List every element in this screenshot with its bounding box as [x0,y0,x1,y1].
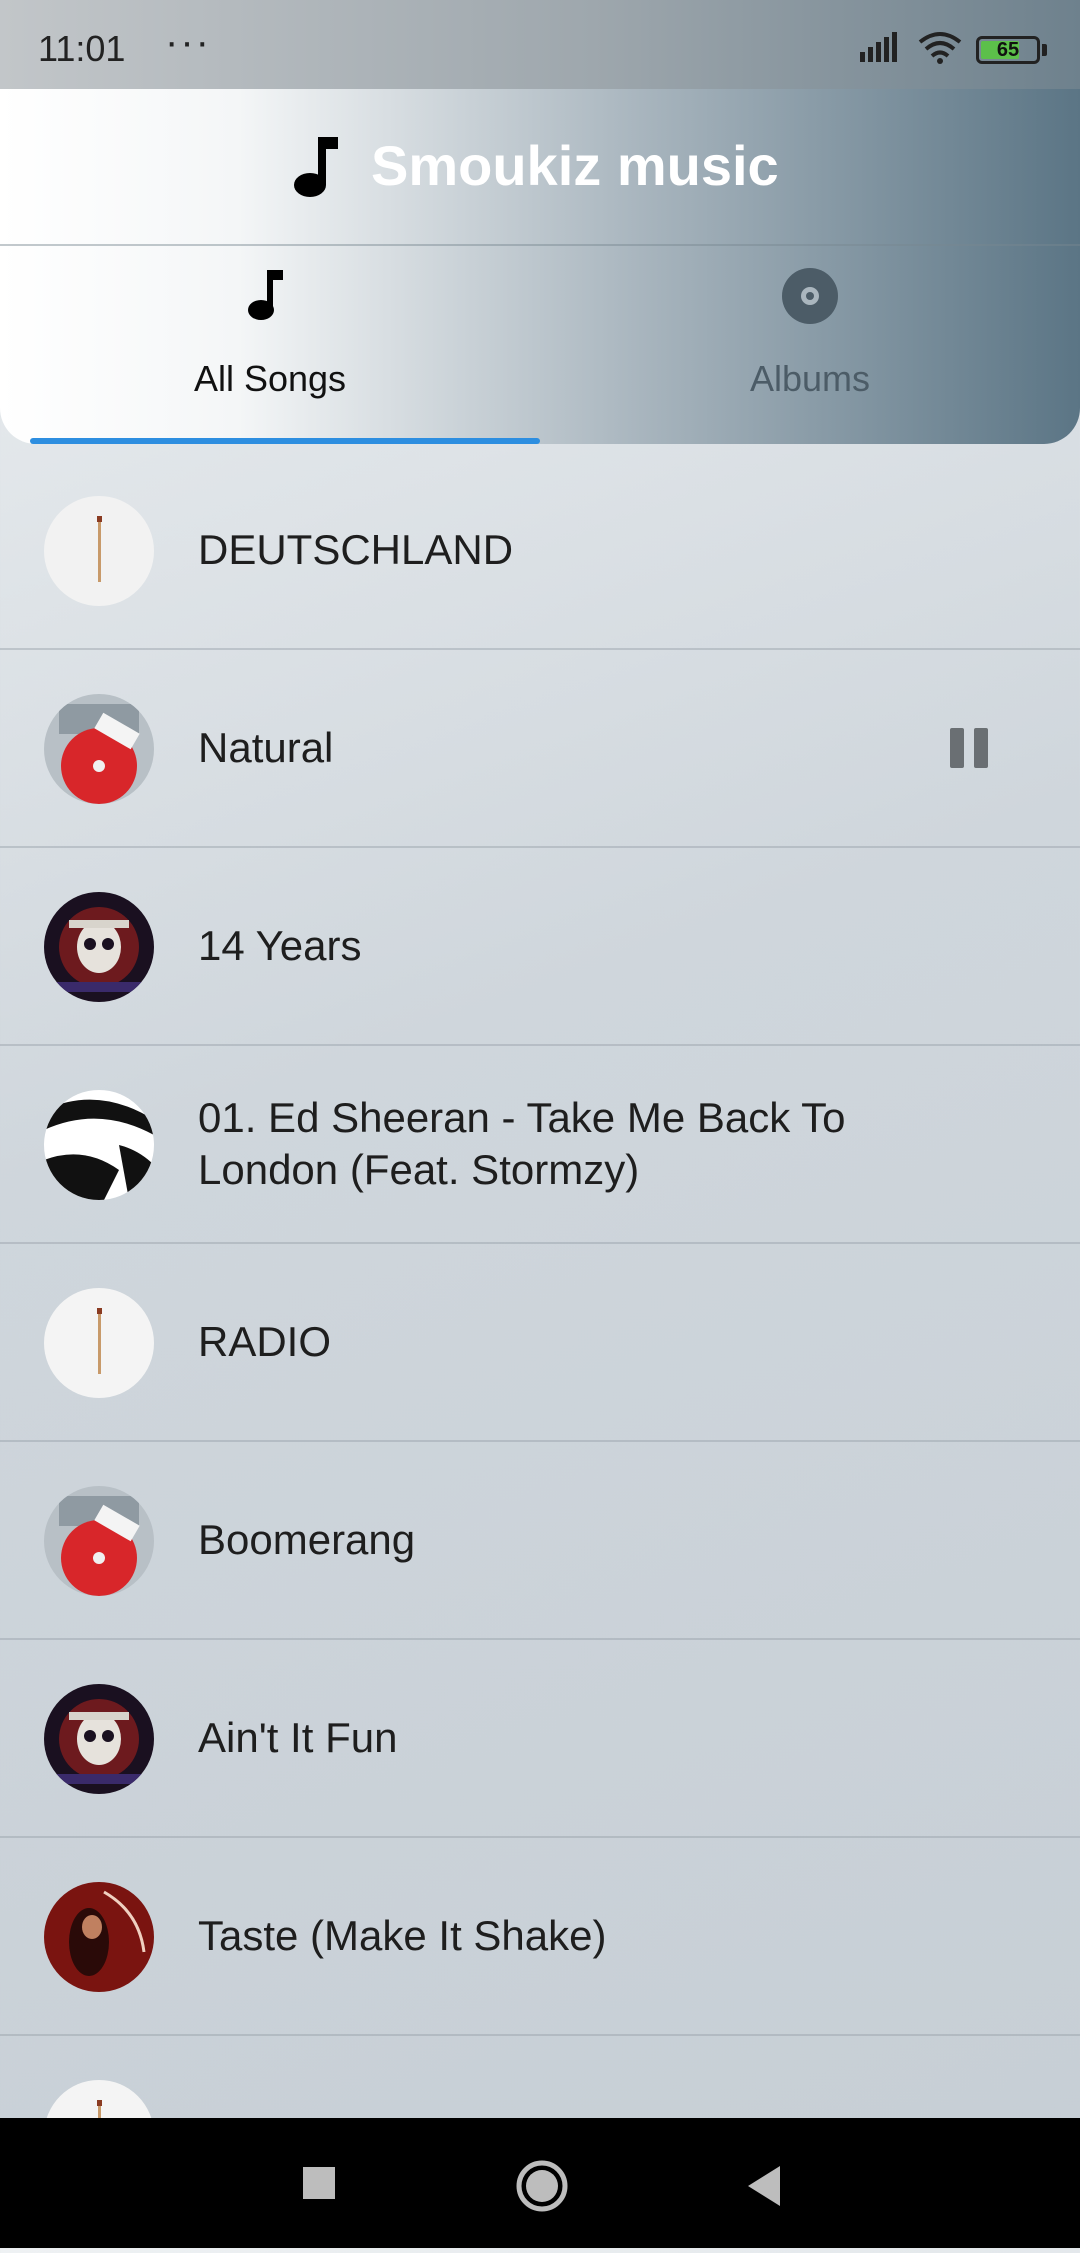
home-icon [516,2160,568,2212]
back-button[interactable] [705,2118,825,2248]
album-cover-matchstick [44,496,154,606]
pause-icon[interactable] [950,728,992,768]
album-cover-matchstick [44,1288,154,1398]
song-title: 14 Years [198,922,362,969]
song-title: Boomerang [198,1516,416,1563]
status-bar: 11:01 ··· 65 [0,0,1080,89]
song-title [198,2036,918,2118]
song-title: Ain't It Fun [198,1714,398,1761]
song-item-playing[interactable]: Natural [0,650,1080,848]
song-item[interactable]: 01. Ed Sheeran - Take Me Back To London … [0,1046,1080,1244]
signal-icon [860,32,897,62]
tab-all-songs[interactable]: All Songs [0,246,540,434]
album-cover-skull [44,892,154,1002]
more-notifications-icon: ··· [165,20,211,64]
wifi-icon [918,32,962,64]
home-button[interactable] [482,2118,602,2248]
song-item[interactable]: Ain't It Fun [0,1640,1080,1838]
tab-albums[interactable]: Albums [540,246,1080,434]
song-item[interactable]: 14 Years [0,848,1080,1046]
tab-all-songs-label: All Songs [193,358,347,399]
song-item[interactable]: DEUTSCHLAND [0,452,1080,650]
album-cover-red-disc [44,694,154,804]
music-note-icon [248,270,283,320]
album-cover-skull [44,1684,154,1794]
song-title: DEUTSCHLAND [198,526,514,573]
song-item[interactable]: RADIO [0,1244,1080,1442]
album-cover-red-disc [44,1486,154,1596]
song-title: RADIO [198,1318,332,1365]
back-icon [748,2166,780,2206]
song-list[interactable]: DEUTSCHLAND Natural 14 Years 01. Ed Shee… [0,452,1080,2118]
battery-icon: 65 [976,36,1040,64]
navigation-bar [0,2118,1080,2248]
app-title: Smoukiz music [371,134,779,197]
song-title: Natural [198,724,334,771]
tab-indicator [30,438,540,444]
app-header: Smoukiz music All Songs Albums [0,89,1080,444]
album-cover-red-portrait [44,1882,154,1992]
album-cover-bw [44,1090,154,1200]
status-time: 11:01 [38,28,126,69]
battery-level: 65 [996,39,1020,61]
song-item[interactable] [0,2036,1080,2118]
music-note-icon [294,137,338,197]
recents-button[interactable] [259,2118,379,2248]
recents-icon [303,2167,335,2199]
disc-icon [782,268,838,324]
title-bar: Smoukiz music [0,89,1080,244]
album-cover-matchstick [44,2080,154,2118]
song-title: 01. Ed Sheeran - Take Me Back To London … [198,1094,846,1193]
tab-albums-label: Albums [749,358,871,399]
song-item[interactable]: Boomerang [0,1442,1080,1640]
song-title: Taste (Make It Shake) [198,1912,607,1959]
song-item[interactable]: Taste (Make It Shake) [0,1838,1080,2036]
